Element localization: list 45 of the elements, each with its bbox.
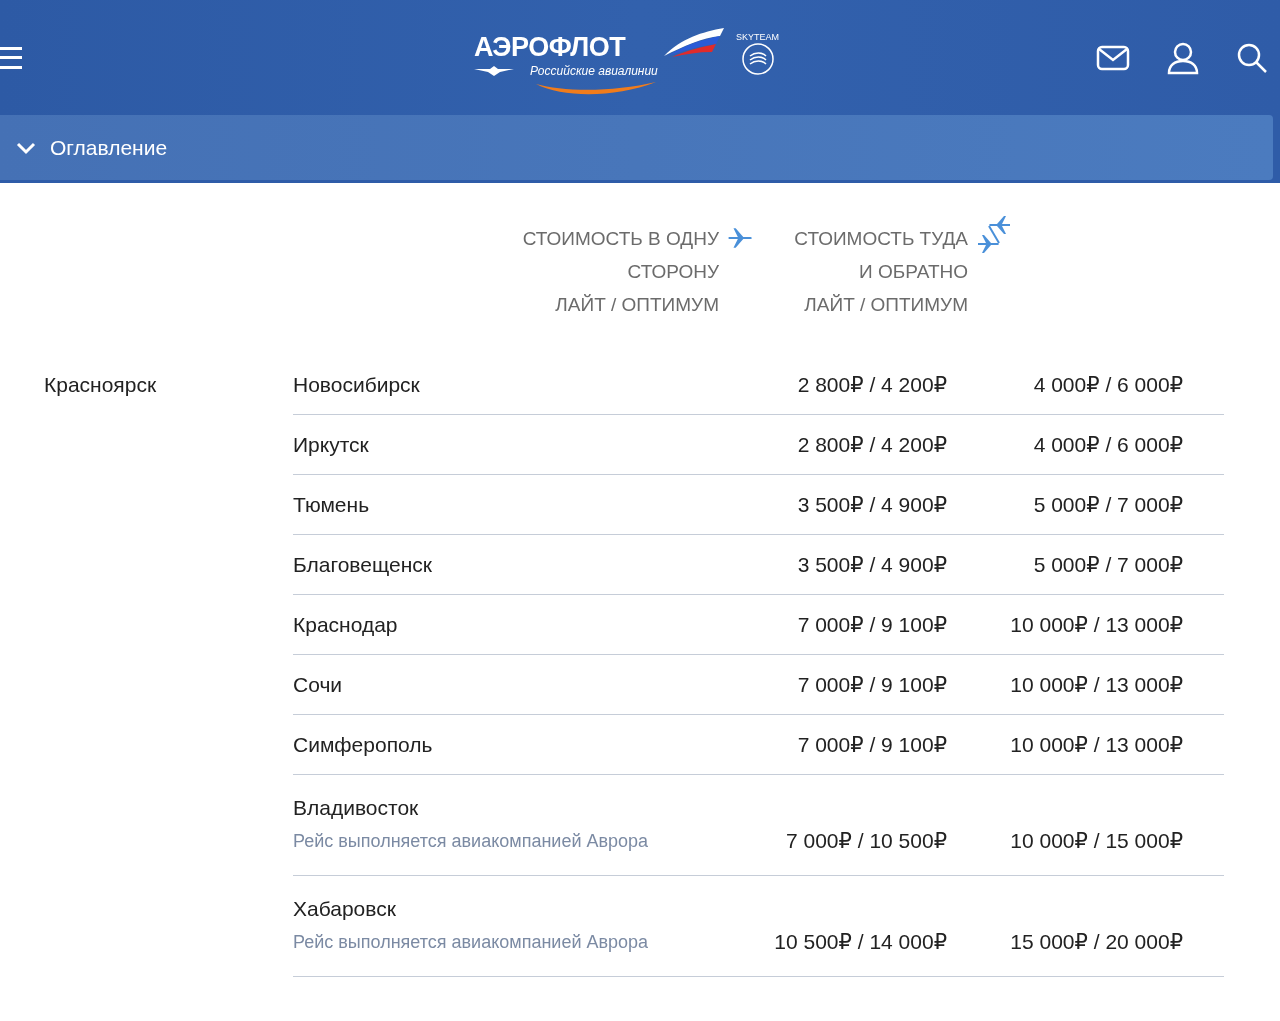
- column-heading: СТОИМОСТЬ В ОДНУ: [522, 227, 719, 251]
- fare-price: 3 500₽ / 4 900₽: [797, 551, 947, 578]
- operator-note: Рейс выполняется авиакомпанией Аврора: [293, 931, 650, 954]
- contents-toggle[interactable]: Оглавление: [0, 115, 1273, 180]
- fare-price: 10 000₽ / 13 000₽: [1010, 671, 1183, 698]
- fare-price: 10 000₽ / 13 000₽: [1010, 611, 1183, 638]
- column-subheading: ЛАЙТ / ОПТИМУМ: [555, 293, 719, 317]
- fare-price: 5 000₽ / 7 000₽: [1033, 551, 1183, 578]
- destination-city: Сочи: [293, 671, 344, 698]
- fare-price: 7 000₽ / 9 100₽: [797, 731, 947, 758]
- fare-price: 2 800₽ / 4 200₽: [797, 431, 947, 458]
- fare-price: 7 000₽ / 9 100₽: [797, 611, 947, 638]
- fare-price: 2 800₽ / 4 200₽: [797, 371, 947, 398]
- fare-price: 15 000₽ / 20 000₽: [1010, 929, 1183, 955]
- fare-price: 5 000₽ / 7 000₽: [1033, 491, 1183, 518]
- mail-icon[interactable]: [1096, 44, 1130, 71]
- fare-price: 4 000₽ / 6 000₽: [1033, 431, 1183, 458]
- destination-city: Краснодар: [293, 611, 399, 638]
- destination-city: Иркутск: [293, 431, 370, 458]
- origin-city: Красноярск: [44, 372, 157, 399]
- fare-price: 10 000₽ / 13 000₽: [1010, 731, 1183, 758]
- destination-city: Хабаровск: [293, 896, 397, 922]
- destination-city: Владивосток: [293, 795, 420, 821]
- fare-price: 10 500₽ / 14 000₽: [774, 929, 947, 955]
- column-heading: И ОБРАТНО: [859, 260, 968, 284]
- column-heading: СТОРОНУ: [627, 260, 719, 284]
- destination-city: Симферополь: [293, 731, 434, 758]
- fare-price: 10 000₽ / 15 000₽: [1010, 828, 1183, 854]
- fare-price: 3 500₽ / 4 900₽: [797, 491, 947, 518]
- column-heading: СТОИМОСТЬ ТУДА: [794, 227, 968, 251]
- user-icon[interactable]: [1166, 40, 1200, 75]
- destination-city: Благовещенск: [293, 551, 433, 578]
- fare-price: 7 000₽ / 9 100₽: [797, 671, 947, 698]
- column-subheading: ЛАЙТ / ОПТИМУМ: [804, 293, 968, 317]
- alliance-logo: SKYTEAM: [736, 32, 779, 76]
- plane-icon: [727, 225, 753, 251]
- fare-price: 7 000₽ / 10 500₽: [786, 828, 947, 854]
- airline-logo[interactable]: АЭРОФЛОТ Российские авиалинии: [472, 26, 728, 98]
- fare-price: 4 000₽ / 6 000₽: [1033, 371, 1183, 398]
- destination-city: Тюмень: [293, 491, 371, 518]
- menu-icon[interactable]: [0, 45, 22, 70]
- search-icon[interactable]: [1236, 41, 1268, 74]
- chevron-icon: [16, 140, 36, 155]
- operator-note: Рейс выполняется авиакомпанией Аврора: [293, 830, 650, 853]
- destination-city: Новосибирск: [293, 371, 421, 398]
